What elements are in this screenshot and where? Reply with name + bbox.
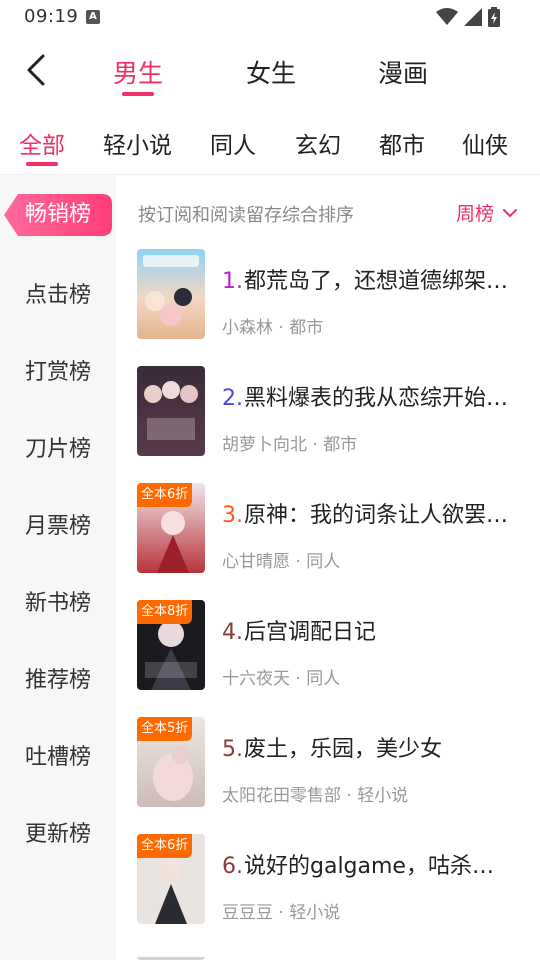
discount-badge: 全本8折 <box>137 600 193 624</box>
discount-badge: 全本6折 <box>137 834 193 858</box>
book-author: 太阳花田零售部 <box>222 786 341 806</box>
sidebar-item-clicks[interactable]: 点击榜 <box>0 268 116 318</box>
top-tab-indicator <box>122 92 154 96</box>
book-title: 2.黑料爆表的我从恋综开始爆红 <box>222 380 512 412</box>
book-author: 十六夜天 <box>222 669 290 689</box>
notification-a-icon: A <box>86 10 100 24</box>
sidebar-item-comments[interactable]: 吐槽榜 <box>0 730 116 780</box>
book-item[interactable]: 全本8折 4.后宫调配日记 十六夜天 · 同人 <box>116 600 540 710</box>
sidebar-item-recommended[interactable]: 推荐榜 <box>0 653 116 703</box>
book-author: 小森林 <box>222 318 273 338</box>
book-category: 轻小说 <box>357 786 409 806</box>
book-author: 豆豆豆 <box>222 903 273 923</box>
book-author: 心甘晴愿 <box>222 552 290 572</box>
sort-description: 按订阅和阅读留存综合排序 <box>138 205 354 226</box>
tab-male[interactable]: 男生 <box>113 54 163 90</box>
book-category: 同人 <box>306 669 341 689</box>
category-urban[interactable]: 都市 <box>379 126 425 160</box>
back-button[interactable] <box>16 50 56 90</box>
top-bar: 男生 女生 漫画 <box>0 40 540 110</box>
book-author: 胡萝卜向北 <box>222 435 307 455</box>
book-rank: 6. <box>222 854 243 879</box>
book-cover <box>137 366 205 456</box>
book-title: 3.原神：我的词条让人欲罢不能 <box>222 497 512 529</box>
book-title: 5.废土，乐园，美少女 <box>222 731 512 763</box>
status-icons <box>436 7 500 27</box>
discount-badge: 全本6折 <box>137 483 193 507</box>
tab-female[interactable]: 女生 <box>246 54 296 90</box>
book-name: 说好的galgame，咕杀我干嘛 <box>244 854 512 879</box>
book-title: 6.说好的galgame，咕杀我干嘛 <box>222 848 512 880</box>
tab-comics[interactable]: 漫画 <box>378 54 428 90</box>
period-label: 周榜 <box>455 203 494 225</box>
book-cover: 全本6折 <box>137 483 205 573</box>
book-item-partial[interactable] <box>116 951 540 960</box>
book-cover: 全本6折 <box>137 834 205 924</box>
book-meta: 豆豆豆 · 轻小说 <box>222 903 341 923</box>
book-cover <box>137 951 205 960</box>
book-item[interactable]: 全本6折 6.说好的galgame，咕杀我干嘛 豆豆豆 · 轻小说 <box>116 834 540 944</box>
status-bar: 09:19 A <box>0 0 540 36</box>
category-fanfic[interactable]: 同人 <box>210 126 256 160</box>
chevron-left-icon <box>27 54 45 86</box>
chevron-down-icon <box>503 208 517 217</box>
book-cover <box>137 249 205 339</box>
book-meta: 太阳花田零售部 · 轻小说 <box>222 786 409 806</box>
rank-sidebar: 畅销榜 点击榜 打赏榜 刀片榜 月票榜 新书榜 推荐榜 吐槽榜 更新榜 <box>0 175 116 960</box>
book-category: 同人 <box>306 552 341 572</box>
status-time: 09:19 <box>24 6 79 27</box>
period-dropdown[interactable]: 周榜 <box>456 199 518 226</box>
book-rank: 3. <box>222 503 243 528</box>
book-name: 原神：我的词条让人欲罢不能 <box>244 503 512 528</box>
book-meta: 胡萝卜向北 · 都市 <box>222 435 358 455</box>
book-category: 都市 <box>323 435 358 455</box>
category-indicator <box>26 162 58 166</box>
category-tabs: 全部 轻小说 同人 玄幻 都市 仙侠 <box>0 118 540 170</box>
category-light-novel[interactable]: 轻小说 <box>103 126 172 160</box>
book-name: 后宫调配日记 <box>244 620 377 645</box>
sidebar-item-bestseller[interactable]: 畅销榜 <box>4 194 112 236</box>
book-meta: 心甘晴愿 · 同人 <box>222 552 341 572</box>
book-rank: 5. <box>222 737 243 762</box>
category-all[interactable]: 全部 <box>19 126 65 160</box>
book-meta: 十六夜天 · 同人 <box>222 669 341 689</box>
sidebar-item-label: 畅销榜 <box>24 202 91 227</box>
wifi-icon <box>436 8 458 25</box>
book-cover: 全本5折 <box>137 717 205 807</box>
book-title: 1.都荒岛了，还想道德绑架我？ <box>222 263 512 295</box>
book-ranking-list: 按订阅和阅读留存综合排序 周榜 1.都荒岛了，还想道德绑架我？ 小森林 · 都市 <box>116 175 540 960</box>
signal-icon <box>464 8 482 26</box>
book-name: 都荒岛了，还想道德绑架我？ <box>244 269 512 294</box>
book-item[interactable]: 1.都荒岛了，还想道德绑架我？ 小森林 · 都市 <box>116 249 540 359</box>
book-meta: 小森林 · 都市 <box>222 318 324 338</box>
book-category: 都市 <box>289 318 324 338</box>
sidebar-item-new-books[interactable]: 新书榜 <box>0 576 116 626</box>
book-name: 黑料爆表的我从恋综开始爆红 <box>244 386 512 411</box>
battery-icon <box>488 7 500 27</box>
discount-badge: 全本5折 <box>137 717 193 741</box>
book-cover: 全本8折 <box>137 600 205 690</box>
category-fantasy[interactable]: 玄幻 <box>295 126 341 160</box>
sidebar-item-updates[interactable]: 更新榜 <box>0 807 116 857</box>
sidebar-item-monthly-votes[interactable]: 月票榜 <box>0 499 116 549</box>
book-name: 废土，乐园，美少女 <box>244 737 443 762</box>
book-item[interactable]: 全本6折 3.原神：我的词条让人欲罢不能 心甘晴愿 · 同人 <box>116 483 540 593</box>
book-title: 4.后宫调配日记 <box>222 614 512 646</box>
book-category: 轻小说 <box>289 903 341 923</box>
sidebar-item-tips[interactable]: 打赏榜 <box>0 345 116 395</box>
book-rank: 2. <box>222 386 243 411</box>
book-item[interactable]: 全本5折 5.废土，乐园，美少女 太阳花田零售部 · 轻小说 <box>116 717 540 827</box>
category-xianxia[interactable]: 仙侠 <box>462 126 508 160</box>
book-rank: 4. <box>222 620 243 645</box>
sidebar-item-blades[interactable]: 刀片榜 <box>0 422 116 472</box>
book-item[interactable]: 2.黑料爆表的我从恋综开始爆红 胡萝卜向北 · 都市 <box>116 366 540 476</box>
book-rank: 1. <box>222 269 243 294</box>
